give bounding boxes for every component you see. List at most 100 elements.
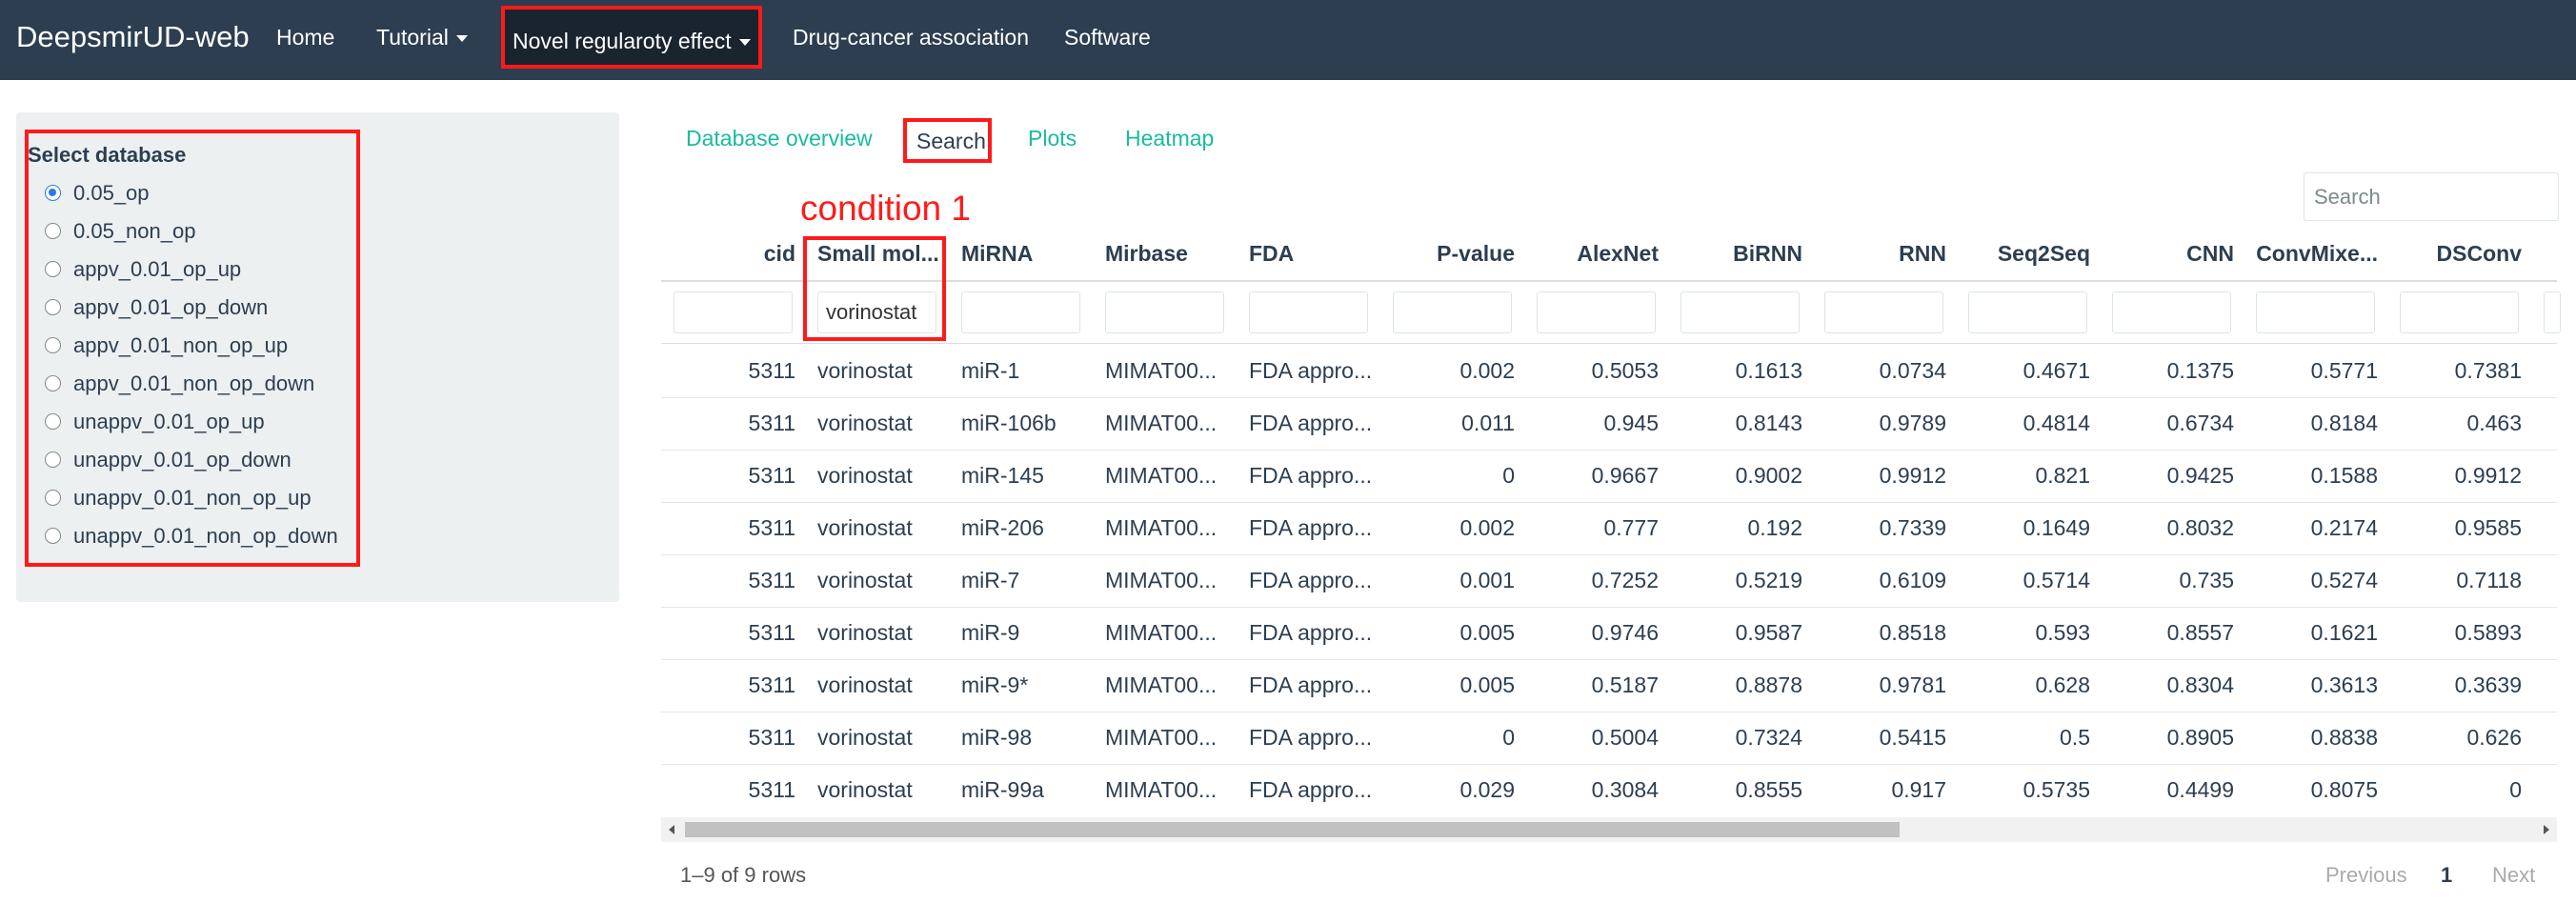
column-header[interactable]: Seq2Seq: [1968, 241, 2090, 267]
column-filter-input[interactable]: [1393, 291, 1512, 333]
column-filter-input[interactable]: [2400, 291, 2519, 333]
column-header[interactable]: FDA: [1249, 241, 1373, 267]
brand-title[interactable]: DeepsmirUD-web: [16, 0, 250, 80]
table-cell: MIMAT00...: [1105, 620, 1218, 645]
search-input[interactable]: [2304, 172, 2559, 221]
column-header[interactable]: BiRNN: [1680, 241, 1802, 267]
row-divider: [661, 659, 2557, 660]
top-navbar: DeepsmirUD-web Home Tutorial Novel regul…: [0, 0, 2576, 80]
column-header[interactable]: RNN: [1824, 241, 1946, 267]
select-database-label: Select database: [28, 143, 187, 167]
column-header[interactable]: P-value: [1393, 241, 1515, 267]
table-cell: FDA appro...: [1249, 672, 1373, 697]
nav-drug-cancer-association[interactable]: Drug-cancer association: [793, 0, 1029, 80]
radio-button[interactable]: [45, 452, 61, 468]
column-header[interactable]: MiRNA: [961, 241, 1085, 267]
table-cell: 0.7118: [2456, 568, 2522, 592]
table-cell: 0.4814: [2023, 411, 2090, 435]
column-filter-input[interactable]: [2544, 291, 2561, 333]
table-cell: MIMAT00...: [1105, 568, 1218, 592]
scrollbar-thumb[interactable]: [685, 822, 1900, 837]
nav-home[interactable]: Home: [276, 0, 334, 80]
horizontal-scrollbar[interactable]: [661, 817, 2557, 842]
column-filter-input[interactable]: [2112, 291, 2231, 333]
table-cell: 0.945: [1603, 411, 1659, 435]
table-cell: 0.5735: [2023, 777, 2090, 802]
column-header[interactable]: AlexNet: [1537, 241, 1659, 267]
radio-button[interactable]: [45, 261, 61, 277]
radio-button[interactable]: [45, 299, 61, 315]
scroll-left-icon[interactable]: [669, 825, 674, 834]
table-cell: miR-99a: [961, 777, 1044, 802]
table-cell: 0.8838: [2310, 725, 2378, 750]
radio-button[interactable]: [45, 490, 61, 506]
table-cell: FDA appro...: [1249, 725, 1373, 750]
table-cell: 0.9002: [1735, 463, 1802, 488]
table-cell: 0.8032: [2166, 515, 2234, 540]
column-filter-input[interactable]: [961, 291, 1080, 333]
column-filter-input[interactable]: [1824, 291, 1943, 333]
table-cell: 0.0734: [1879, 358, 1946, 383]
nav-novel-regulatory-effect[interactable]: Novel regularoty effect: [501, 6, 762, 69]
table-cell: 5311: [748, 568, 795, 592]
tab-database-overview[interactable]: Database overview: [686, 126, 873, 151]
column-filter-input[interactable]: [2256, 291, 2375, 333]
table-cell: 0.1621: [2310, 620, 2378, 645]
column-header[interactable]: DSConv: [2400, 241, 2522, 267]
table-cell: 0.7339: [1879, 515, 1946, 540]
radio-button[interactable]: [45, 413, 61, 430]
radio-button[interactable]: [45, 185, 61, 201]
table-cell: 0.001: [1459, 568, 1515, 592]
table-cell: 0.005: [1459, 672, 1515, 697]
row-divider: [661, 502, 2557, 503]
column-header[interactable]: CNN: [2112, 241, 2234, 267]
table-cell: MIMAT00...: [1105, 725, 1218, 750]
table-cell: FDA appro...: [1249, 620, 1373, 645]
table-cell: vorinostat: [817, 672, 913, 697]
pagination-next[interactable]: Next: [2492, 863, 2535, 888]
table-cell: 0.9912: [2454, 463, 2522, 488]
table-cell: 0.821: [2035, 463, 2090, 488]
table-cell: 5311: [748, 515, 795, 540]
table-cell: 0.4671: [2023, 358, 2090, 383]
table-cell: 0.9912: [1879, 463, 1946, 488]
table-cell: 0.192: [1747, 515, 1802, 540]
tab-heatmap[interactable]: Heatmap: [1125, 126, 1214, 151]
column-header[interactable]: Mirbase: [1105, 241, 1229, 267]
pagination-page-1[interactable]: 1: [2441, 863, 2452, 888]
column-header[interactable]: ConvMixe...: [2256, 241, 2378, 267]
pagination-previous[interactable]: Previous: [2325, 863, 2407, 888]
table-cell: FDA appro...: [1249, 515, 1373, 540]
radio-button[interactable]: [45, 223, 61, 239]
column-header[interactable]: cid: [674, 241, 795, 267]
tab-search[interactable]: Search: [903, 118, 992, 163]
nav-tutorial[interactable]: Tutorial: [376, 0, 468, 80]
column-filter-input[interactable]: [674, 291, 793, 333]
table-cell: 0.5274: [2310, 568, 2378, 592]
radio-button[interactable]: [45, 528, 61, 544]
table-cell: FDA appro...: [1249, 463, 1373, 488]
table-cell: 0.5004: [1591, 725, 1659, 750]
tab-plots[interactable]: Plots: [1028, 126, 1077, 151]
table-cell: 0.777: [1603, 515, 1659, 540]
table-cell: MIMAT00...: [1105, 463, 1218, 488]
table-cell: miR-7: [961, 568, 1020, 592]
table-cell: 0.628: [2035, 672, 2090, 697]
column-filter-input[interactable]: [1105, 291, 1224, 333]
column-filter-input[interactable]: [1537, 291, 1656, 333]
table-cell: 0.8304: [2166, 672, 2234, 697]
radio-button[interactable]: [45, 375, 61, 391]
table-cell: 0.4499: [2166, 777, 2234, 802]
table-cell: 0.8557: [2166, 620, 2234, 645]
table-cell: 0.8143: [1735, 411, 1802, 435]
table-cell: 0.1613: [1735, 358, 1802, 383]
column-filter-input[interactable]: [1968, 291, 2087, 333]
radio-button[interactable]: [45, 337, 61, 353]
column-filter-input[interactable]: [1249, 291, 1368, 333]
nav-software[interactable]: Software: [1064, 0, 1151, 80]
scroll-right-icon[interactable]: [2544, 825, 2549, 834]
table-cell: vorinostat: [817, 568, 913, 592]
table-cell: 0.5415: [1879, 725, 1946, 750]
table-cell: 0.8075: [2310, 777, 2378, 802]
column-filter-input[interactable]: [1680, 291, 1800, 333]
